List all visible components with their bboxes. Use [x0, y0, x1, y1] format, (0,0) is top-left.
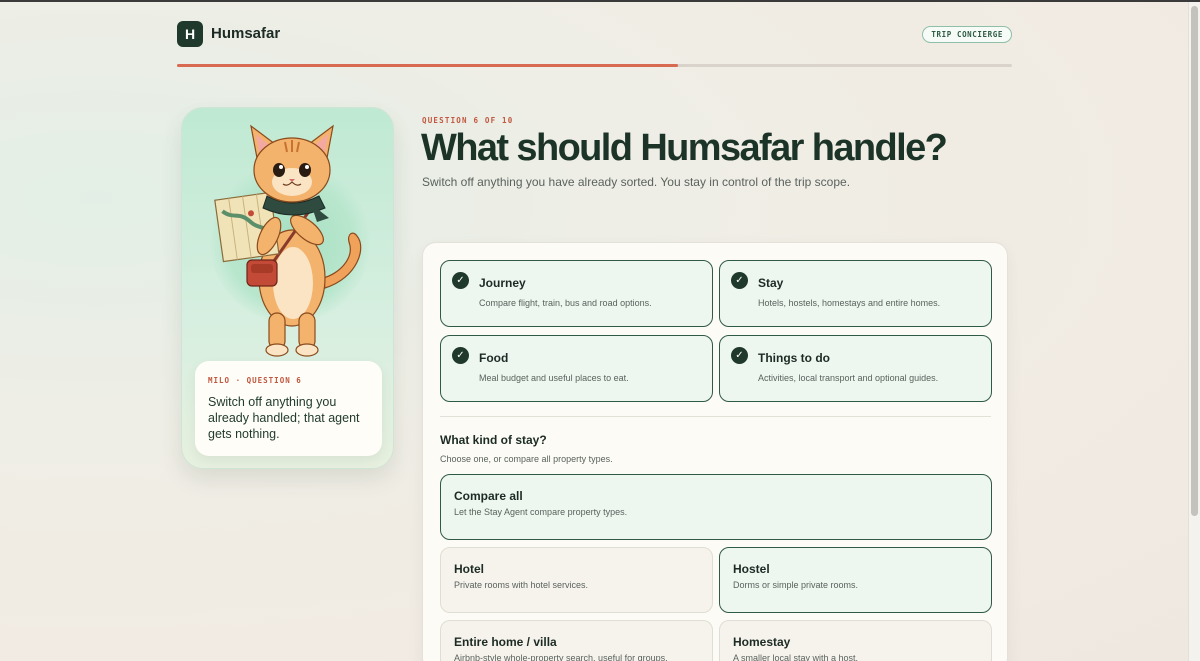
service-toggle-things-to-do[interactable]: ✓ Things to do Activities, local transpo…: [719, 335, 992, 402]
option-desc: Private rooms with hotel services.: [454, 580, 589, 590]
option-desc: A smaller local stay with a host.: [733, 653, 859, 661]
option-title: Homestay: [733, 635, 791, 649]
check-icon: ✓: [452, 347, 469, 364]
progress-bar: [177, 64, 1012, 67]
progress-fill: [177, 64, 678, 67]
logo[interactable]: H: [177, 21, 203, 47]
check-icon: ✓: [731, 347, 748, 364]
question-number: QUESTION 6 OF 10: [422, 116, 514, 125]
milo-message: Switch off anything you already handled;…: [208, 395, 360, 441]
service-toggle-food[interactable]: ✓ Food Meal budget and useful places to …: [440, 335, 713, 402]
header: H Humsafar TRIP CONCIERGE: [177, 21, 1012, 47]
check-icon: ✓: [452, 272, 469, 289]
page-title: What should Humsafar handle?: [421, 127, 948, 169]
option-desc: Airbnb-style whole-property search, usef…: [454, 653, 668, 661]
stay-kind-title: What kind of stay?: [440, 433, 547, 447]
stay-option-hotel[interactable]: Hotel Private rooms with hotel services.: [440, 547, 713, 613]
stay-option-hostel[interactable]: Hostel Dorms or simple private rooms.: [719, 547, 992, 613]
milo-card: MILO · QUESTION 6 Switch off anything yo…: [181, 107, 394, 469]
service-desc: Compare flight, train, bus and road opti…: [479, 298, 652, 308]
options-panel: ✓ Journey Compare flight, train, bus and…: [422, 242, 1008, 661]
page-subtitle: Switch off anything you have already sor…: [422, 175, 851, 189]
option-desc: Dorms or simple private rooms.: [733, 580, 859, 590]
milo-speech-bubble: MILO · QUESTION 6 Switch off anything yo…: [195, 361, 382, 456]
scrollbar[interactable]: [1188, 2, 1200, 661]
service-title: Food: [479, 351, 509, 365]
service-desc: Hotels, hostels, homestays and entire ho…: [758, 298, 941, 308]
milo-tag: MILO · QUESTION 6: [208, 376, 302, 385]
scrollbar-thumb[interactable]: [1191, 6, 1198, 516]
option-desc: Let the Stay Agent compare property type…: [454, 507, 628, 517]
trip-concierge-badge: TRIP CONCIERGE: [922, 26, 1012, 43]
service-desc: Activities, local transport and optional…: [758, 373, 939, 383]
service-title: Journey: [479, 276, 526, 290]
stay-option-entire-home[interactable]: Entire home / villa Airbnb-style whole-p…: [440, 620, 713, 661]
service-title: Things to do: [758, 351, 830, 365]
service-title: Stay: [758, 276, 784, 290]
window-top-border: [0, 0, 1200, 2]
service-toggle-stay[interactable]: ✓ Stay Hotels, hostels, homestays and en…: [719, 260, 992, 327]
cat-mascot-illustration: [214, 124, 362, 357]
divider: [440, 416, 991, 417]
option-title: Hotel: [454, 562, 484, 576]
option-title: Hostel: [733, 562, 770, 576]
stay-kind-subtitle: Choose one, or compare all property type…: [440, 454, 613, 464]
brand-name[interactable]: Humsafar: [211, 25, 280, 42]
service-desc: Meal budget and useful places to eat.: [479, 373, 629, 383]
option-title: Compare all: [454, 489, 523, 503]
option-title: Entire home / villa: [454, 635, 557, 649]
stay-option-homestay[interactable]: Homestay A smaller local stay with a hos…: [719, 620, 992, 661]
check-icon: ✓: [731, 272, 748, 289]
service-toggle-journey[interactable]: ✓ Journey Compare flight, train, bus and…: [440, 260, 713, 327]
stay-option-compare-all[interactable]: Compare all Let the Stay Agent compare p…: [440, 474, 992, 540]
